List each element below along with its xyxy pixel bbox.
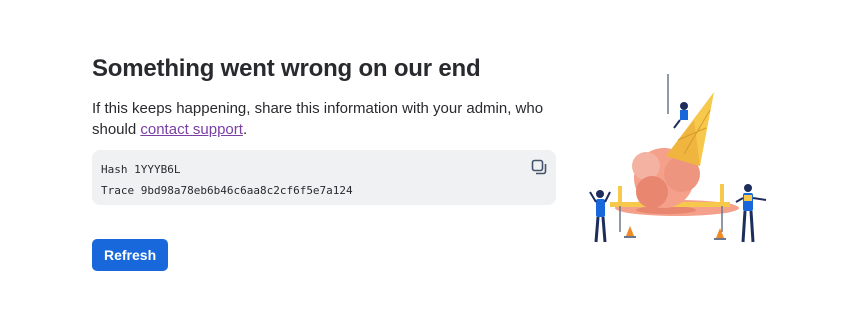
- hash-value: 1YYYB6L: [134, 163, 181, 176]
- error-content: Something went wrong on our end If this …: [92, 54, 556, 271]
- trace-label: Trace: [101, 184, 135, 197]
- copy-icon: [531, 159, 547, 175]
- trace-row: Trace 9bd98a78eb6b46c6aa8c2cf6f5e7a124: [101, 180, 547, 201]
- contact-support-link[interactable]: contact support: [140, 121, 243, 138]
- refresh-button[interactable]: Refresh: [92, 239, 169, 271]
- error-details-box: Hash 1YYYB6L Trace 9bd98a78eb6b46c6aa8c2…: [92, 150, 556, 205]
- copy-button[interactable]: [530, 158, 548, 176]
- error-page: Something went wrong on our end If this …: [0, 0, 847, 325]
- hash-label: Hash: [101, 163, 128, 176]
- message-end: .: [242, 121, 248, 138]
- page-title: Something went wrong on our end: [92, 55, 481, 82]
- melted-ice-cream-illustration: [589, 74, 767, 243]
- trace-value: 9bd98a78eb6b46c6aa8c2cf6f5e7a124: [140, 184, 353, 197]
- error-message: If this keeps happening, share this info…: [92, 98, 552, 140]
- hash-row: Hash 1YYYB6L: [101, 159, 547, 180]
